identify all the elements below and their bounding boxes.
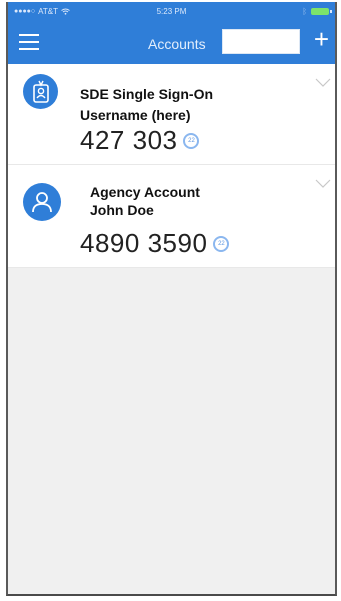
user-icon <box>23 183 61 221</box>
bluetooth-icon: ᛒ <box>302 7 307 16</box>
add-account-icon[interactable]: + <box>314 26 329 52</box>
id-badge-icon <box>23 74 58 109</box>
account-username: Username (here) <box>80 107 191 123</box>
chevron-down-icon[interactable] <box>315 179 331 189</box>
status-time: 5:23 PM <box>156 7 187 16</box>
hamburger-menu-icon[interactable] <box>19 34 39 50</box>
accounts-list: SDE Single Sign-On Username (here) 427 3… <box>8 64 335 268</box>
battery-icon <box>311 8 332 15</box>
code-row: 427 303 22 <box>80 125 200 156</box>
account-name: Agency Account <box>90 184 200 200</box>
one-time-code[interactable]: 427 303 <box>80 125 177 156</box>
code-row: 4890 3590 22 <box>80 228 230 259</box>
account-card[interactable]: Agency Account John Doe 4890 3590 22 <box>8 165 335 268</box>
timer-icon: 22 <box>213 235 230 252</box>
app-header: ●●●●○ AT&T 5:23 PM ᛒ Accounts + <box>8 2 335 64</box>
redaction-box <box>222 29 300 54</box>
status-bar: ●●●●○ AT&T 5:23 PM ᛒ <box>8 2 335 20</box>
one-time-code[interactable]: 4890 3590 <box>80 228 207 259</box>
timer-icon: 22 <box>183 132 200 149</box>
page-title: Accounts <box>148 36 206 52</box>
status-right: ᛒ <box>302 7 332 16</box>
account-name: SDE Single Sign-On <box>80 86 214 102</box>
account-card[interactable]: SDE Single Sign-On Username (here) 427 3… <box>8 64 335 165</box>
chevron-down-icon[interactable] <box>315 78 331 88</box>
phone-frame: ●●●●○ AT&T 5:23 PM ᛒ Accounts + SDE Sing… <box>6 2 337 596</box>
account-username: John Doe <box>90 202 154 218</box>
nav-bar: Accounts + <box>8 24 335 64</box>
